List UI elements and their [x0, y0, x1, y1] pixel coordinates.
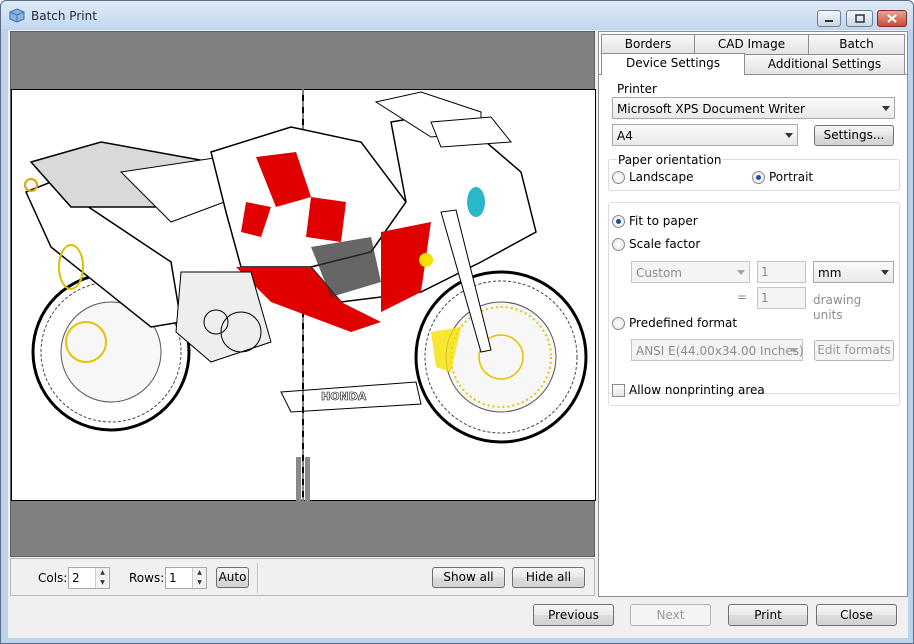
orientation-label: Paper orientation [617, 153, 723, 167]
scale-preset-select[interactable]: Custom [631, 261, 750, 283]
hide-all-button[interactable]: Hide all [512, 567, 585, 588]
spin-down-icon[interactable]: ▼ [193, 578, 206, 588]
dialog-client-area: HONDA Cols: 2 ▲ ▼ Rows: 1 ▲ ▼ Auto Show al… [8, 30, 908, 638]
cols-label: Cols: [38, 571, 68, 585]
minimize-button[interactable] [817, 10, 841, 27]
maximize-icon [854, 14, 865, 23]
tab-cad-image[interactable]: CAD Image [694, 34, 809, 54]
chevron-down-icon [790, 348, 798, 353]
close-window-button[interactable] [877, 10, 907, 27]
spin-up-icon[interactable]: ▲ [193, 568, 206, 578]
cols-value: 2 [72, 571, 80, 585]
print-preview[interactable]: HONDA [10, 31, 596, 557]
rows-value: 1 [169, 571, 177, 585]
chevron-down-icon [881, 270, 889, 275]
scale-paper-units-input[interactable]: 1 [757, 261, 806, 283]
close-button[interactable]: Close [816, 604, 897, 626]
auto-button[interactable]: Auto [216, 567, 249, 588]
edit-formats-button[interactable]: Edit formats [814, 340, 894, 361]
allow-nonprinting-label[interactable]: Allow nonprinting area [629, 383, 765, 397]
close-icon [887, 14, 897, 23]
chevron-down-icon [882, 106, 890, 111]
window-title: Batch Print [31, 9, 97, 23]
chevron-down-icon [785, 133, 793, 138]
scale-preset-value: Custom [636, 266, 682, 280]
printer-select[interactable]: Microsoft XPS Document Writer [612, 97, 895, 119]
motorcycle-drawing: HONDA [24, 89, 588, 501]
rows-label: Rows: [129, 571, 165, 585]
tab-device-settings[interactable]: Device Settings [601, 53, 745, 75]
portrait-label[interactable]: Portrait [769, 170, 813, 184]
predefined-format-select[interactable]: ANSI E(44.00x34.00 Inches) [631, 339, 804, 361]
tab-batch[interactable]: Batch [808, 34, 905, 54]
portrait-radio[interactable] [752, 171, 765, 184]
scale-factor-label[interactable]: Scale factor [629, 237, 700, 251]
spin-down-icon[interactable]: ▼ [96, 578, 109, 588]
spin-up-icon[interactable]: ▲ [96, 568, 109, 578]
settings-panel: Borders CAD Image Batch Device Settings … [598, 31, 908, 597]
scale-value-2: 1 [761, 291, 769, 305]
cols-spinner[interactable]: 2 ▲ ▼ [68, 567, 110, 589]
fit-to-paper-label[interactable]: Fit to paper [629, 214, 698, 228]
units-select[interactable]: mm [813, 261, 894, 283]
printer-value: Microsoft XPS Document Writer [617, 102, 805, 116]
allow-nonprinting-checkbox[interactable] [612, 384, 625, 397]
units-value: mm [818, 266, 842, 280]
preview-controls-bar: Cols: 2 ▲ ▼ Rows: 1 ▲ ▼ Auto Show all Hide… [10, 558, 595, 596]
scale-drawing-units-input[interactable]: 1 [757, 287, 806, 309]
tab-additional-settings[interactable]: Additional Settings [744, 54, 905, 74]
batch-print-window: Batch Print HONDA Cols: 2 ▲ ▼ Rows: 1 ▲ … [0, 0, 914, 644]
landscape-radio[interactable] [612, 171, 625, 184]
print-button[interactable]: Print [728, 604, 808, 626]
next-button[interactable]: Next [630, 604, 711, 626]
printer-settings-button[interactable]: Settings... [814, 125, 894, 146]
paper-size-select[interactable]: A4 [612, 124, 798, 146]
scale-factor-radio[interactable] [612, 238, 625, 251]
predefined-format-radio[interactable] [612, 317, 625, 330]
scale-value-1: 1 [761, 265, 769, 279]
show-all-button[interactable]: Show all [432, 567, 505, 588]
title-bar[interactable]: Batch Print [1, 1, 913, 29]
minimize-icon [825, 19, 833, 22]
chevron-down-icon [737, 270, 745, 275]
predefined-format-label[interactable]: Predefined format [629, 316, 737, 330]
drawing-units-label-line2: units [813, 308, 843, 322]
predefined-format-value: ANSI E(44.00x34.00 Inches) [636, 344, 804, 358]
maximize-button[interactable] [846, 10, 873, 27]
landscape-label[interactable]: Landscape [629, 170, 693, 184]
fit-to-paper-radio[interactable] [612, 215, 625, 228]
printer-label: Printer [617, 82, 657, 96]
tab-borders[interactable]: Borders [601, 34, 695, 54]
app-cube-icon [9, 8, 25, 23]
rows-spinner[interactable]: 1 ▲ ▼ [165, 567, 207, 589]
equals-sign: = [737, 290, 748, 304]
drawing-brand-text: HONDA [321, 390, 367, 403]
drawing-units-label-line1: drawing [813, 293, 862, 307]
paper-size-value: A4 [617, 129, 633, 143]
previous-button[interactable]: Previous [533, 604, 614, 626]
separator [257, 563, 258, 593]
